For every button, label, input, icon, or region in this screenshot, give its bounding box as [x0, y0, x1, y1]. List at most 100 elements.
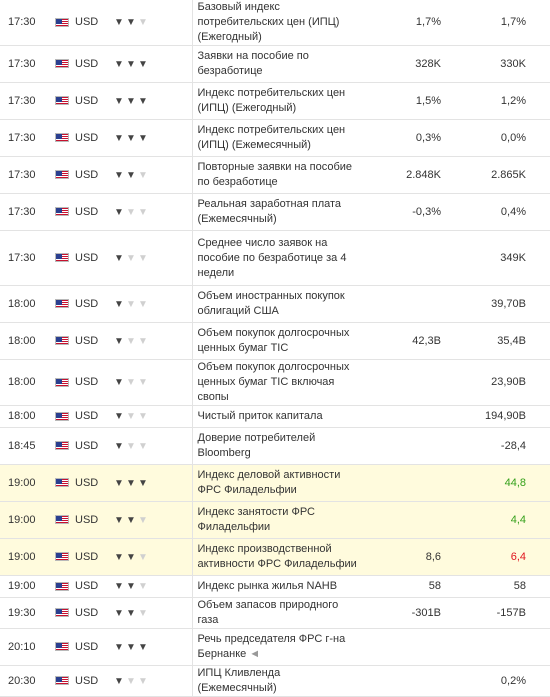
event-title-text: Индекс потребительских цен (ИПЦ) (Ежегод…	[197, 87, 346, 114]
event-row[interactable]: 19:30 USD ▼ ▼ ▼ Объем запасов природного газа…	[0, 597, 550, 629]
event-title[interactable]: Индекс занятости ФРС Филадельфии	[191, 501, 362, 539]
event-row[interactable]: 19:00 USD ▼ ▼ ▼ Индекс рынка жилья NAHB 58 58	[0, 575, 550, 598]
event-forecast	[395, 427, 447, 465]
event-actual	[362, 575, 395, 598]
bull-icon: ▼	[126, 675, 136, 687]
country-flag-cell	[53, 322, 71, 360]
event-title[interactable]: Индекс производственной активности ФРС Ф…	[191, 538, 362, 576]
event-row[interactable]: 18:45 USD ▼ ▼ ▼ Доверие потребителей Bloomber…	[0, 427, 550, 465]
event-time: 17:30	[0, 156, 53, 194]
event-title[interactable]: Чистый приток капитала	[191, 405, 362, 428]
event-row[interactable]: 18:00 USD ▼ ▼ ▼ Объем покупок долгосрочных це…	[0, 322, 550, 360]
event-currency: USD	[71, 538, 109, 576]
event-previous: 0,0%	[447, 119, 550, 157]
event-actual	[362, 597, 395, 629]
event-row[interactable]: 20:10 USD ▼ ▼ ▼ Речь председателя ФРС г-на Бе…	[0, 628, 550, 666]
bull-icon: ▼	[114, 206, 124, 218]
event-row[interactable]: 19:00 USD ▼ ▼ ▼ Индекс производственной актив…	[0, 538, 550, 576]
event-forecast: 58	[395, 575, 447, 598]
event-title[interactable]: Объем покупок долгосрочных ценных бумаг …	[191, 322, 362, 360]
event-previous: 0,4%	[447, 193, 550, 231]
country-flag-cell	[53, 119, 71, 157]
us-flag-icon	[55, 96, 69, 106]
event-currency: USD	[71, 193, 109, 231]
event-title[interactable]: Заявки на пособие по безработице	[191, 45, 362, 83]
event-forecast: 2.848K	[395, 156, 447, 194]
event-title[interactable]: Речь председателя ФРС г-на Бернанке ◄	[191, 628, 362, 666]
country-flag-cell	[53, 230, 71, 286]
event-time: 19:00	[0, 464, 53, 502]
event-row[interactable]: 18:00 USD ▼ ▼ ▼ Объем покупок долгосрочных це…	[0, 359, 550, 406]
country-flag-cell	[53, 575, 71, 598]
event-row[interactable]: 17:30 USD ▼ ▼ ▼ Индекс потребительских цен (И…	[0, 119, 550, 157]
event-forecast	[395, 501, 447, 539]
bull-icon: ▼	[138, 206, 148, 218]
event-title[interactable]: Реальная заработная плата (Ежемесячный)	[191, 193, 362, 231]
bull-icon: ▼	[126, 551, 136, 563]
importance-rating: ▼ ▼ ▼	[109, 665, 192, 697]
event-title[interactable]: Объем запасов природного газа	[191, 597, 362, 629]
event-title[interactable]: Объем покупок долгосрочных ценных бумаг …	[191, 359, 362, 406]
event-title[interactable]: Объем иностранных покупок облигаций США	[191, 285, 362, 323]
event-row[interactable]: 17:30 USD ▼ ▼ ▼ Повторные заявки на пособие п…	[0, 156, 550, 194]
event-title-text: Доверие потребителей Bloomberg	[197, 432, 316, 459]
event-forecast: 1,7%	[395, 0, 447, 46]
bull-icon: ▼	[126, 132, 136, 144]
event-title[interactable]: Базовый индекс потребительских цен (ИПЦ)…	[191, 0, 362, 46]
country-flag-cell	[53, 359, 71, 406]
event-row[interactable]: 17:30 USD ▼ ▼ ▼ Среднее число заявок на пособ…	[0, 230, 550, 286]
event-actual	[362, 427, 395, 465]
country-flag-cell	[53, 427, 71, 465]
event-actual	[362, 82, 395, 120]
event-time: 17:30	[0, 82, 53, 120]
event-time: 19:30	[0, 597, 53, 629]
event-currency: USD	[71, 405, 109, 428]
importance-rating: ▼ ▼ ▼	[109, 464, 192, 502]
event-title[interactable]: Индекс рынка жилья NAHB	[191, 575, 362, 598]
event-title[interactable]: ИПЦ Кливленда (Ежемесячный)	[191, 665, 362, 697]
event-row[interactable]: 18:00 USD ▼ ▼ ▼ Чистый приток капитала 194,90B	[0, 405, 550, 428]
event-currency: USD	[71, 156, 109, 194]
event-actual	[362, 538, 395, 576]
event-previous: 6,4	[447, 538, 550, 576]
event-previous: 23,90B	[447, 359, 550, 406]
event-row[interactable]: 17:30 USD ▼ ▼ ▼ Заявки на пособие по безработ…	[0, 45, 550, 83]
bull-icon: ▼	[114, 377, 124, 388]
bull-icon: ▼	[138, 607, 148, 619]
event-row[interactable]: 19:00 USD ▼ ▼ ▼ Индекс деловой активности ФРС…	[0, 464, 550, 502]
bull-icon: ▼	[126, 335, 136, 347]
event-row[interactable]: 17:30 USD ▼ ▼ ▼ Базовый индекс потребительски…	[0, 0, 550, 46]
event-previous: -28,4	[447, 427, 550, 465]
us-flag-icon	[55, 581, 69, 591]
importance-rating: ▼ ▼ ▼	[109, 82, 192, 120]
country-flag-cell	[53, 285, 71, 323]
us-flag-icon	[55, 642, 69, 652]
event-title[interactable]: Среднее число заявок на пособие по безра…	[191, 230, 362, 286]
bull-icon: ▼	[138, 440, 148, 452]
event-actual	[362, 45, 395, 83]
event-previous: 39,70B	[447, 285, 550, 323]
event-row[interactable]: 20:30 USD ▼ ▼ ▼ ИПЦ Кливленда (Ежемесячный) 0,…	[0, 665, 550, 697]
event-row[interactable]: 17:30 USD ▼ ▼ ▼ Индекс потребительских цен (И…	[0, 82, 550, 120]
bull-icon: ▼	[126, 477, 136, 489]
event-row[interactable]: 17:30 USD ▼ ▼ ▼ Реальная заработная плата (Еж…	[0, 193, 550, 231]
event-title[interactable]: Доверие потребителей Bloomberg	[191, 427, 362, 465]
event-title[interactable]: Индекс потребительских цен (ИПЦ) (Ежемес…	[191, 119, 362, 157]
event-row[interactable]: 18:00 USD ▼ ▼ ▼ Объем иностранных покупок обл…	[0, 285, 550, 323]
event-currency: USD	[71, 575, 109, 598]
bull-icon: ▼	[114, 95, 124, 107]
event-title[interactable]: Повторные заявки на пособие по безработи…	[191, 156, 362, 194]
us-flag-icon	[55, 299, 69, 309]
event-time: 17:30	[0, 230, 53, 286]
event-forecast	[395, 359, 447, 406]
event-row[interactable]: 19:00 USD ▼ ▼ ▼ Индекс занятости ФРС Филадель…	[0, 501, 550, 539]
importance-rating: ▼ ▼ ▼	[109, 0, 192, 46]
event-time: 18:00	[0, 359, 53, 406]
event-title[interactable]: Индекс потребительских цен (ИПЦ) (Ежегод…	[191, 82, 362, 120]
bull-icon: ▼	[126, 581, 136, 592]
bull-icon: ▼	[138, 335, 148, 347]
us-flag-icon	[55, 676, 69, 686]
us-flag-icon	[55, 552, 69, 562]
event-title[interactable]: Индекс деловой активности ФРС Филадельфи…	[191, 464, 362, 502]
us-flag-icon	[55, 59, 69, 69]
